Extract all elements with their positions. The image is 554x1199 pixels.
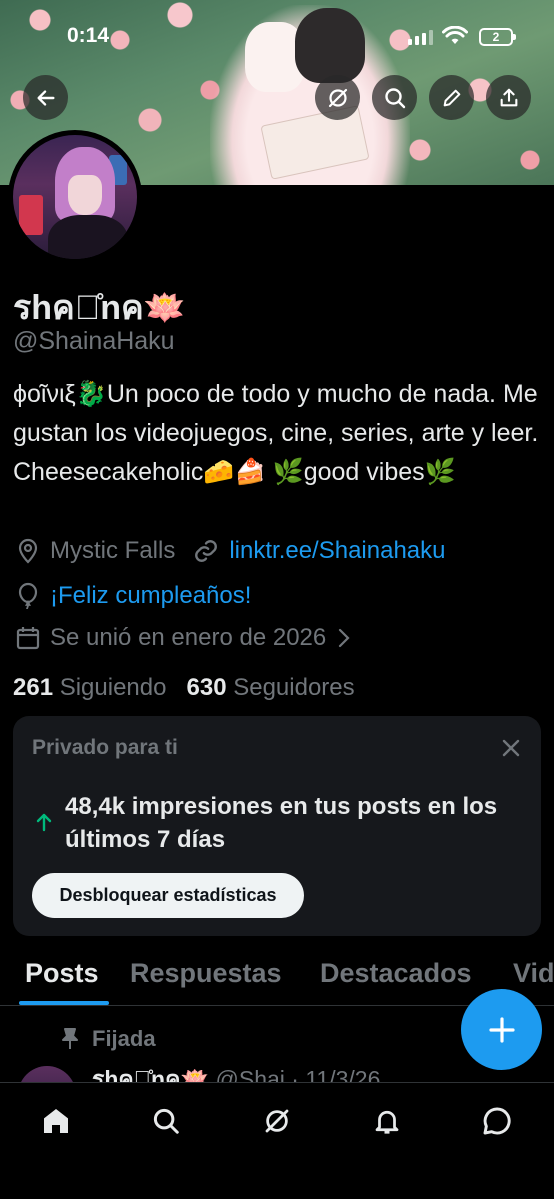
search-icon (153, 1108, 179, 1134)
profile-meta-row: Mystic Falls linktr.ee/Shainahaku (16, 537, 446, 565)
followers-count: 630 (186, 674, 227, 701)
profile-joined: Se unió en enero de 2026 (50, 624, 327, 651)
search-icon (384, 87, 405, 108)
battery-icon: 2 (479, 28, 516, 46)
unlock-stats-button[interactable]: Desbloquear estadísticas (32, 873, 304, 918)
nav-notifications[interactable] (367, 1101, 407, 1141)
search-button[interactable] (372, 75, 417, 120)
following-label: Siguiendo (59, 674, 167, 701)
chevron-right-icon (338, 628, 350, 648)
profile-location: Mystic Falls (50, 537, 176, 564)
grok-button[interactable] (315, 75, 360, 120)
edit-icon (443, 89, 460, 106)
notifications-icon (375, 1110, 399, 1134)
following-count: 261 (13, 674, 54, 701)
nav-grok[interactable] (257, 1101, 297, 1141)
avatar-body (48, 215, 128, 259)
nav-home[interactable] (36, 1101, 76, 1141)
private-stats-card: Privado para ti 48,4k impresiones en tus… (13, 716, 541, 936)
joined-row[interactable]: Se unió en enero de 2026 (16, 624, 360, 652)
grok-icon (265, 1109, 289, 1133)
balloon-icon (16, 582, 40, 610)
wifi-icon (442, 26, 468, 44)
tab-posts[interactable]: Posts (25, 958, 99, 989)
location-icon (16, 538, 40, 564)
profile-website-link[interactable]: linktr.ee/Shainahaku (229, 537, 445, 565)
bottom-navigation (0, 1082, 554, 1199)
avatar-face (68, 175, 102, 215)
follow-counts: 261 Siguiendo 630 Seguidores (13, 674, 355, 702)
messages-icon (483, 1107, 511, 1135)
avatar-neon-sign (19, 195, 43, 235)
birthday-row: ¡Feliz cumpleaños! (16, 582, 251, 610)
edit-button[interactable] (429, 75, 474, 120)
tab-videos[interactable]: Vid (513, 958, 554, 989)
link-icon (193, 538, 219, 564)
arrow-left-icon (36, 89, 55, 106)
tab-replies[interactable]: Respuestas (130, 958, 282, 989)
profile-handle: @ShainaHaku (13, 327, 175, 355)
status-time: 0:14 (67, 24, 110, 47)
trend-up-icon (35, 812, 53, 837)
impressions-text: 48,4k impresiones en tus posts en los úl… (65, 793, 498, 853)
active-tab-indicator (19, 1001, 109, 1005)
grok-icon (328, 88, 347, 107)
post-header: รhคโ̊nค🪷 @Shai · 11/3/26 (92, 1062, 380, 1084)
close-icon (502, 739, 520, 757)
close-card-button[interactable] (501, 738, 521, 763)
profile-bio: ϕοῖνιξ🐉Un poco de todo y mucho de nada. … (13, 380, 539, 486)
profile-avatar[interactable] (8, 130, 142, 264)
birthday-link[interactable]: ¡Feliz cumpleaños! (50, 582, 251, 610)
profile-name: รhคโ̊nค🪷 (13, 289, 187, 327)
nav-messages[interactable] (477, 1101, 517, 1141)
status-bar: 0:14 2 (0, 0, 554, 70)
card-title: Privado para ti (32, 736, 178, 759)
following-link[interactable]: 261 Siguiendo (13, 674, 166, 701)
pinned-text: Fijada (92, 1026, 156, 1051)
share-icon (500, 88, 517, 106)
share-button[interactable] (486, 75, 531, 120)
home-icon (44, 1109, 68, 1133)
nav-search[interactable] (146, 1101, 186, 1141)
signal-icon (408, 30, 433, 45)
followers-label: Seguidores (233, 674, 355, 701)
calendar-icon (16, 625, 40, 651)
compose-button[interactable] (461, 989, 542, 1070)
tab-highlights[interactable]: Destacados (320, 958, 472, 989)
followers-link[interactable]: 630 Seguidores (187, 674, 355, 701)
plus-icon (488, 1016, 515, 1043)
profile-tabs: Posts Respuestas Destacados Vid (0, 948, 554, 1006)
pin-icon (60, 1027, 80, 1051)
pinned-label: Fijada (60, 1026, 156, 1052)
back-button[interactable] (23, 75, 68, 120)
